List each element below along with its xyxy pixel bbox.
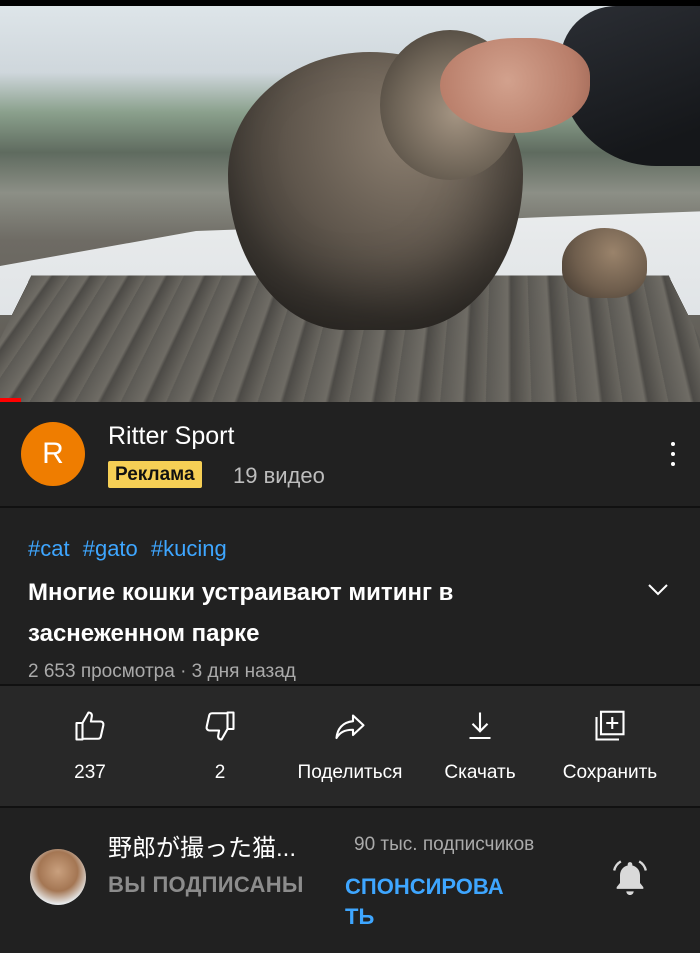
video-title-line: заснеженном парке (28, 620, 260, 647)
dislike-count: 2 (214, 762, 226, 783)
hashtag-link[interactable]: #gato (83, 536, 138, 561)
like-count: 237 (74, 762, 106, 783)
more-options-icon[interactable] (670, 442, 676, 466)
advertiser-video-count: 19 видео (233, 463, 325, 488)
advertiser-name[interactable]: Ritter Sport (108, 422, 234, 451)
share-icon (335, 714, 365, 740)
download-label: Скачать (444, 762, 516, 783)
chevron-down-icon[interactable] (646, 578, 670, 602)
video-frame-small-cat (562, 228, 647, 298)
channel-avatar[interactable] (30, 849, 86, 905)
save-button[interactable]: Сохранить (545, 708, 675, 784)
channel-name[interactable]: 野郎が撮った猫... (108, 828, 296, 863)
video-player[interactable] (0, 0, 700, 402)
video-frame-hand (440, 38, 590, 133)
channel-row[interactable]: 野郎が撮った猫... 90 тыс. подписчиков ВЫ ПОДПИС… (0, 808, 700, 953)
hashtag-link[interactable]: #kucing (151, 536, 227, 561)
advertiser-logo-letter: R (42, 437, 64, 470)
thumbs-down-icon (205, 711, 235, 741)
like-button[interactable]: 237 (25, 708, 155, 784)
hashtag-link[interactable]: #cat (28, 536, 70, 561)
sponsor-button[interactable]: СПОНСИРОВАТЬ (345, 872, 515, 932)
advertiser-logo[interactable]: R (21, 422, 85, 486)
subscriber-count: 90 тыс. подписчиков (354, 834, 535, 855)
action-bar: 237 2 Поделиться Скачать Сохранить (0, 686, 700, 806)
subscribed-button[interactable]: ВЫ ПОДПИСАНЫ (108, 872, 304, 898)
save-label: Сохранить (562, 762, 658, 783)
notification-bell-icon[interactable] (610, 858, 650, 898)
add-to-playlist-icon (595, 710, 625, 741)
download-button[interactable]: Скачать (415, 708, 545, 784)
hashtags: #cat #gato #kucing (28, 536, 234, 562)
download-icon (469, 712, 491, 740)
status-strip (0, 0, 700, 6)
ad-badge: Реклама (108, 461, 202, 488)
video-details[interactable]: #cat #gato #kucing Многие кошки устраива… (0, 508, 700, 684)
ad-row[interactable]: R Ritter Sport Реклама 19 видео (0, 402, 700, 506)
thumbs-up-icon (75, 711, 105, 741)
video-title-line: Многие кошки устраивают митинг в (28, 579, 454, 606)
dislike-button[interactable]: 2 (155, 708, 285, 784)
video-meta: 2 653 просмотра · 3 дня назад (28, 661, 296, 682)
share-label: Поделиться (297, 762, 403, 783)
video-title[interactable]: Многие кошки устраивают митинг в заснеже… (28, 572, 608, 654)
share-button[interactable]: Поделиться (285, 708, 415, 784)
